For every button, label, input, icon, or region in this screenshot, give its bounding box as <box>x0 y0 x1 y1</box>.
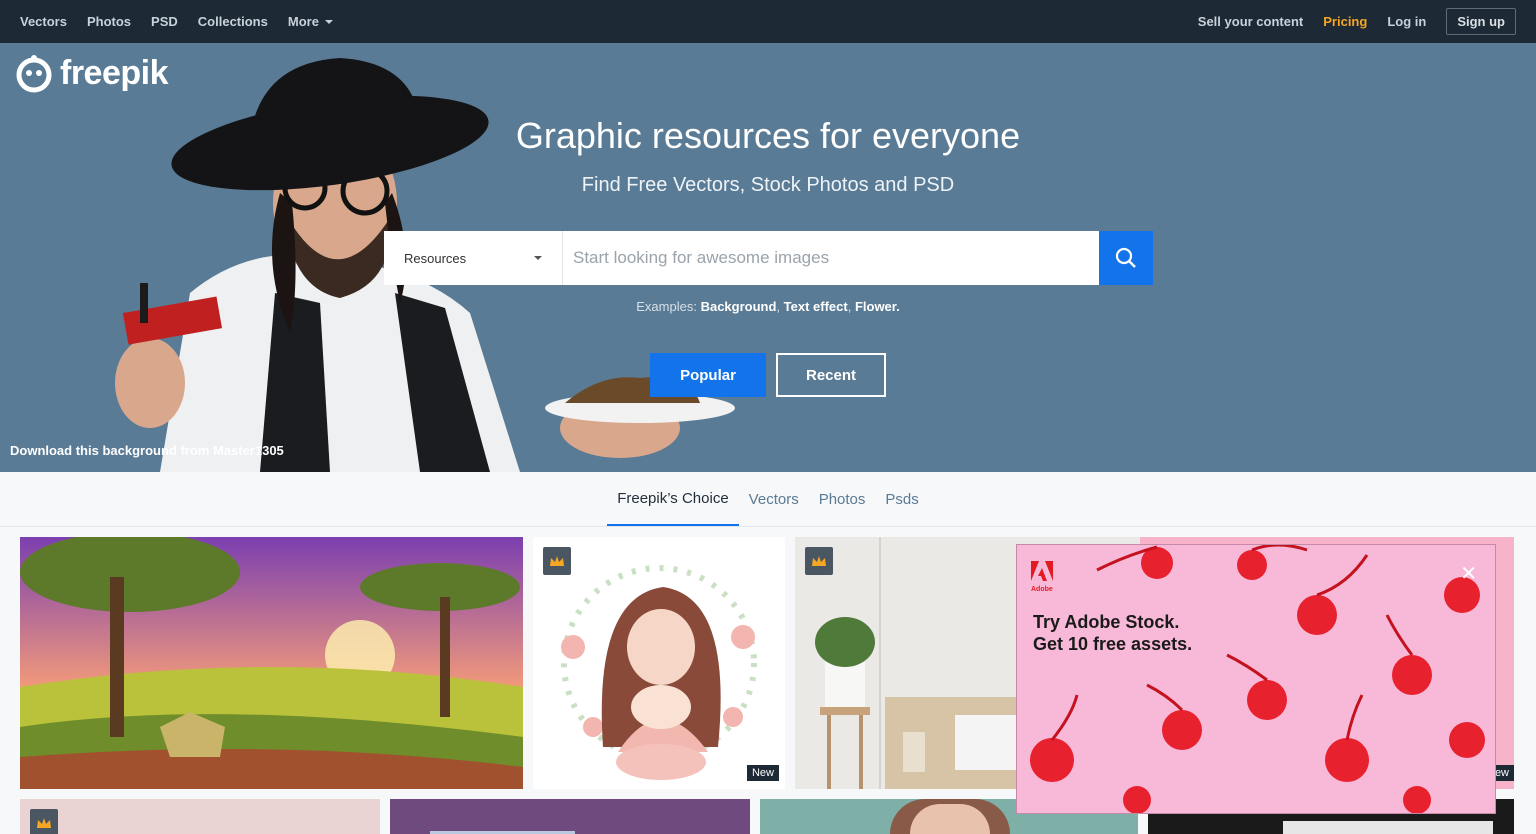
ad-line-2: Get 10 free assets. <box>1033 634 1193 654</box>
crown-icon <box>37 818 51 828</box>
search-input[interactable] <box>563 231 1099 285</box>
example-link[interactable]: Text effect <box>784 299 848 314</box>
nav-vectors[interactable]: Vectors <box>20 14 67 29</box>
login-link[interactable]: Log in <box>1387 14 1426 29</box>
premium-crown-badge <box>805 547 833 575</box>
hero-subtitle: Find Free Vectors, Stock Photos and PSD <box>581 174 955 196</box>
adobe-wordmark: Adobe <box>1031 586 1053 593</box>
hero-banner: freepik Graphic resources for everyone F… <box>0 43 1536 472</box>
freepik-logo[interactable]: freepik <box>14 53 169 93</box>
background-credit-link[interactable]: Download this background from Master1305 <box>10 443 284 458</box>
hero-title: Graphic resources for everyone <box>515 115 1021 156</box>
chevron-down-icon <box>534 256 542 260</box>
popular-button[interactable]: Popular <box>650 353 766 397</box>
resource-type-label: Resources <box>404 250 467 266</box>
mother-baby-illustration <box>561 565 757 780</box>
adobe-logo: Adobe <box>1031 561 1053 593</box>
search-examples: Examples: Background, Text effect, Flowe… <box>636 299 900 314</box>
search-button[interactable] <box>1099 231 1153 285</box>
gallery-item-mother-baby[interactable]: New <box>533 537 785 789</box>
gallery-item-savanna[interactable] <box>20 537 523 789</box>
search-icon <box>1115 247 1136 268</box>
logo-text: freepik <box>60 53 169 92</box>
chevron-down-icon <box>324 19 333 24</box>
new-badge: New <box>746 765 779 781</box>
resource-type-select[interactable]: Resources <box>384 231 563 285</box>
gallery-item[interactable] <box>20 799 380 834</box>
crown-icon <box>812 556 826 566</box>
cherries-pattern <box>1030 545 1485 813</box>
examples-label: Examples: <box>636 299 697 314</box>
image-detail <box>1283 821 1493 834</box>
nav-photos[interactable]: Photos <box>87 14 131 29</box>
freepik-logo-icon <box>16 55 52 93</box>
ad-headline: Try Adobe Stock. Get 10 free assets. <box>1033 611 1192 655</box>
gallery-item[interactable] <box>390 799 750 834</box>
pricing-link[interactable]: Pricing <box>1323 14 1367 29</box>
tab-photos[interactable]: Photos <box>809 472 876 526</box>
search-bar: Resources <box>384 231 1153 285</box>
premium-crown-badge <box>543 547 571 575</box>
recent-button[interactable]: Recent <box>776 353 886 397</box>
nav-psd[interactable]: PSD <box>151 14 178 29</box>
adobe-icon <box>1031 561 1053 581</box>
nav-collections[interactable]: Collections <box>198 14 268 29</box>
example-link[interactable]: Flower. <box>855 299 900 314</box>
tab-psds[interactable]: Psds <box>875 472 928 526</box>
sell-content-link[interactable]: Sell your content <box>1198 14 1303 29</box>
adobe-stock-ad[interactable]: Adobe Try Adobe Stock. Get 10 free asset… <box>1016 544 1496 814</box>
nav-more-label: More <box>287 14 319 29</box>
premium-crown-badge <box>30 809 58 834</box>
tab-freepiks-choice[interactable]: Freepik’s Choice <box>607 472 739 526</box>
tab-vectors[interactable]: Vectors <box>739 472 809 526</box>
nav-more-dropdown[interactable]: More <box>288 14 333 29</box>
savanna-sunset-image <box>20 537 523 789</box>
close-icon[interactable]: ✕ <box>1460 561 1477 586</box>
signup-button[interactable]: Sign up <box>1446 8 1516 35</box>
example-link[interactable]: Background <box>701 299 777 314</box>
content-tabs: Freepik’s Choice Vectors Photos Psds <box>0 472 1536 527</box>
crown-icon <box>550 556 564 566</box>
top-nav: Vectors Photos PSD Collections More Sell… <box>0 0 1536 43</box>
ad-line-1: Try Adobe Stock. <box>1033 612 1180 632</box>
